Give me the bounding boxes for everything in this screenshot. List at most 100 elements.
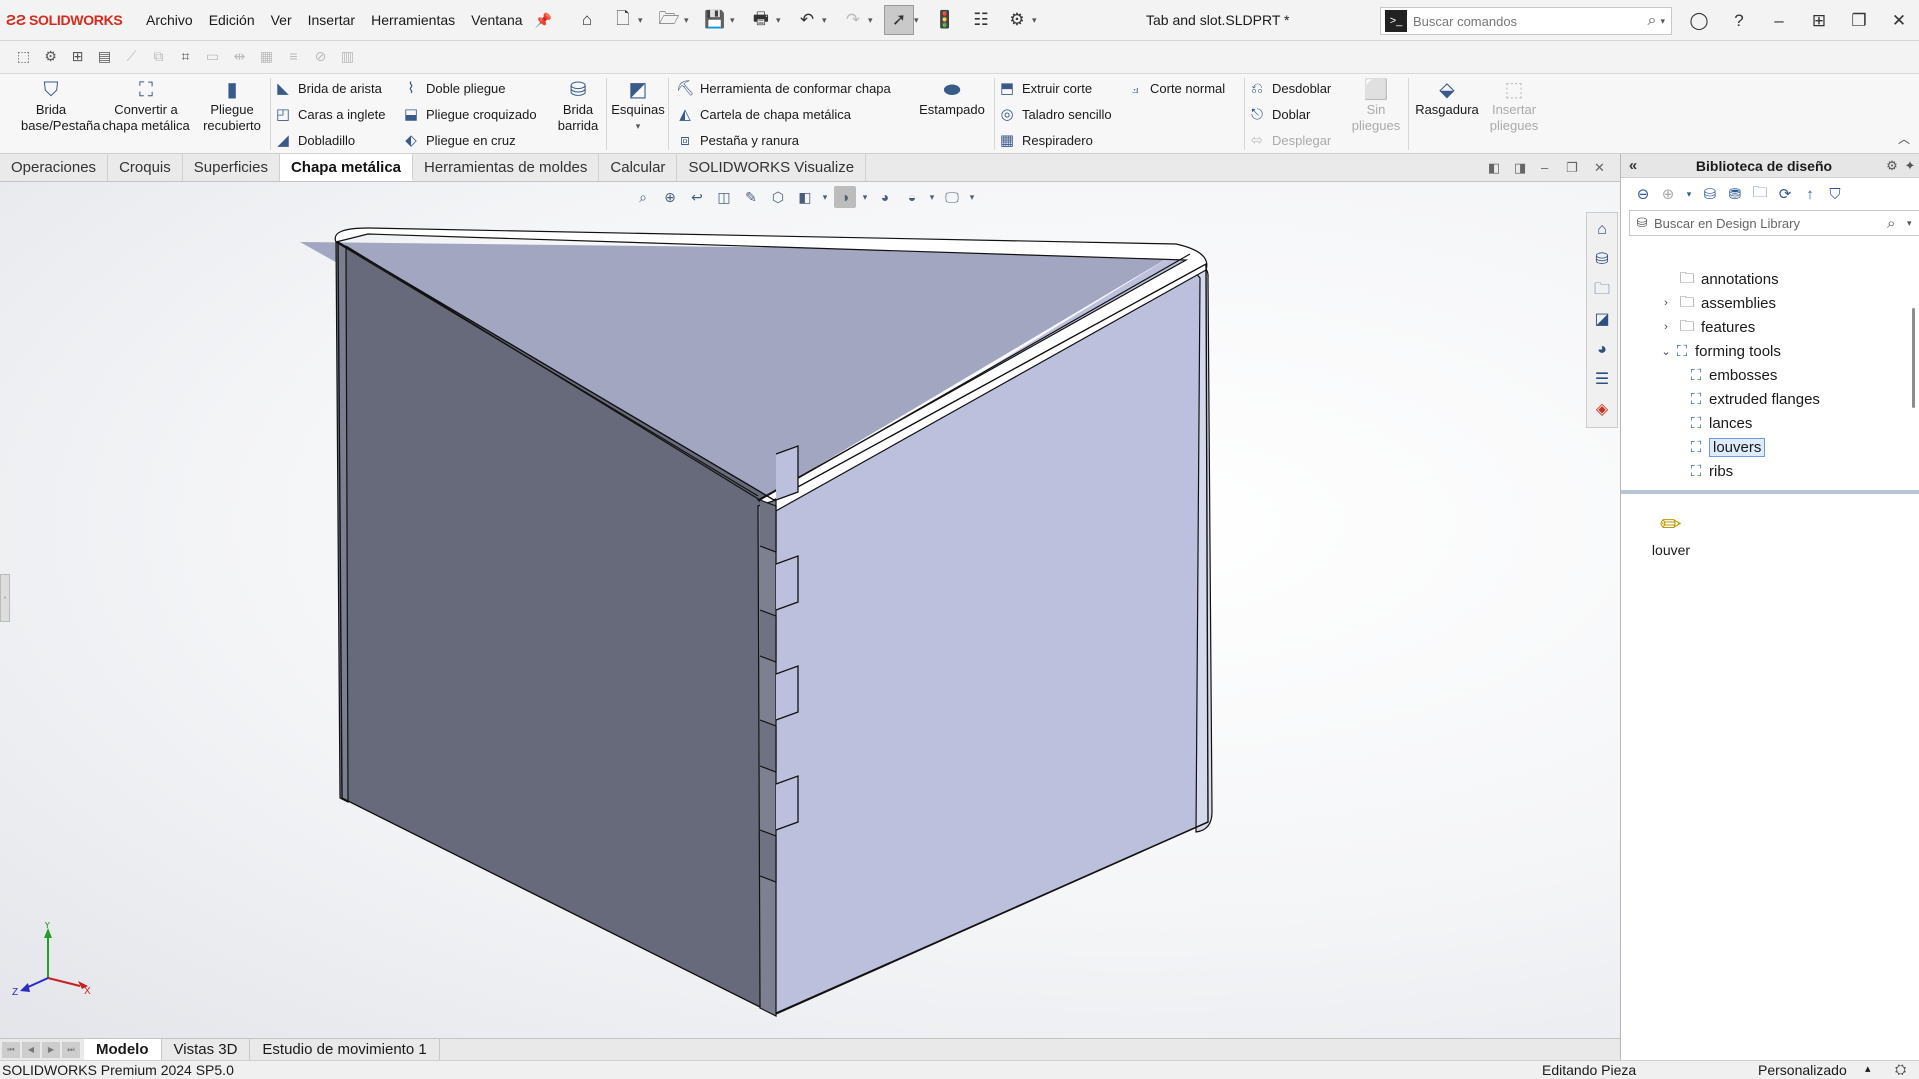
tab-croquis[interactable]: Croquis <box>108 154 183 181</box>
pestana-ranura-button[interactable]: ⧈ Pestaña y ranura <box>676 129 799 151</box>
custom-properties-icon[interactable]: ☰ <box>1589 367 1615 393</box>
slot-notch[interactable] <box>759 829 777 883</box>
tab-notch[interactable] <box>775 775 799 831</box>
design-library-icon[interactable]: ⛁ <box>1589 247 1615 273</box>
sketch-icon[interactable]: ⬚ <box>14 48 33 67</box>
units-label[interactable]: Personalizado <box>1758 1062 1847 1078</box>
graphics-viewport[interactable]: ⌕ ⊕ ↩ ◫ ✎ ⬡ ◧ ▾ ◑ ▾ ◕ ◒ ▾ 🖵 ▾ Y X Z ◦ <box>0 182 1620 1038</box>
esquinas-dropdown-icon[interactable]: ▾ <box>610 118 666 134</box>
corte-normal-button[interactable]: ⟓ Corte normal <box>1126 77 1225 99</box>
chevron-right-icon[interactable]: › <box>1659 321 1673 333</box>
desdoblar-button[interactable]: ⎌ Desdoblar <box>1248 77 1331 99</box>
select-cursor-icon[interactable]: ➚ <box>883 5 914 35</box>
undo-dropdown-icon[interactable]: ▾ <box>822 15 832 26</box>
status-settings-icon[interactable]: ⛭ <box>1895 1061 1906 1078</box>
drawing-icon[interactable]: ▤ <box>95 48 114 67</box>
tile-left-icon[interactable]: ◧ <box>1488 160 1500 176</box>
tile-icon[interactable]: ⊞ <box>1799 11 1839 31</box>
tile-right-icon[interactable]: ◨ <box>1514 160 1526 176</box>
last-tab-icon[interactable]: ⏭ <box>62 1041 80 1058</box>
slot-icon[interactable]: ▭ <box>203 48 222 67</box>
close-icon[interactable]: ✕ <box>1879 11 1919 31</box>
next-tab-icon[interactable]: ▶ <box>42 1041 60 1058</box>
slot-notch[interactable] <box>759 499 777 553</box>
search-dropdown-icon[interactable]: ▾ <box>1660 16 1665 27</box>
dobladillo-button[interactable]: ◢ Dobladillo <box>274 129 355 151</box>
save-icon[interactable]: 💾 <box>700 5 730 35</box>
options-gear-icon[interactable]: ⚙ <box>1002 5 1032 35</box>
new-dropdown-icon[interactable]: ▾ <box>638 15 648 26</box>
chevron-right-icon[interactable]: › <box>1659 297 1673 309</box>
brida-barrida-button[interactable]: ⛁ Brida barrida <box>552 78 604 134</box>
doc-minimize-icon[interactable]: – <box>1541 160 1548 175</box>
menu-ver[interactable]: Ver <box>263 12 300 28</box>
tab-estudio-movimiento[interactable]: Estudio de movimiento 1 <box>250 1039 440 1060</box>
tree-scrollbar[interactable] <box>1909 268 1919 488</box>
library-item-louver[interactable]: ✏ louver <box>1641 506 1701 558</box>
taladro-button[interactable]: ◎ Taladro sencillo <box>998 103 1111 125</box>
command-search-input[interactable]: Buscar comandos <box>1413 14 1648 29</box>
copy-icon[interactable]: ⧉ <box>149 48 168 67</box>
tab-calcular[interactable]: Calcular <box>599 154 678 181</box>
collapse-ribbon-icon[interactable]: ︿ <box>1898 130 1910 147</box>
menu-insertar[interactable]: Insertar <box>300 12 363 28</box>
pliegue-recubierto-button[interactable]: ▮ Pliegue recubierto <box>196 78 268 134</box>
tab-chapa-metalica[interactable]: Chapa metálica <box>279 154 413 181</box>
history-dropdown-icon[interactable]: ▾ <box>1685 189 1693 200</box>
mirror-icon[interactable]: ⇹ <box>230 48 249 67</box>
desplegar-button[interactable]: ⬄ Desplegar <box>1248 129 1332 151</box>
tree-item-extruded-flanges[interactable]: ⛶ extruded flanges <box>1687 388 1820 410</box>
tab-notch[interactable] <box>775 555 799 611</box>
view-palette-icon[interactable]: ◪ <box>1589 307 1615 333</box>
save-dropdown-icon[interactable]: ▾ <box>730 15 740 26</box>
sheet-metal-model[interactable] <box>0 182 1620 1038</box>
library-search[interactable]: ⛁ Buscar en Design Library ⌕ ▾ <box>1629 210 1919 236</box>
open-dropdown-icon[interactable]: ▾ <box>684 15 694 26</box>
pin-menu-icon[interactable]: 📌 <box>535 12 552 29</box>
tree-item-annotations[interactable]: 🗀 annotations <box>1659 268 1778 290</box>
collapse-panel-icon[interactable]: « <box>1621 157 1645 174</box>
tree-item-embosses[interactable]: ⛶ embosses <box>1687 364 1778 386</box>
library-search-icon[interactable]: ⌕ <box>1887 215 1907 232</box>
tab-notch[interactable] <box>775 445 799 501</box>
panel-pin-icon[interactable]: ✦ <box>1901 158 1919 174</box>
doc-restore-icon[interactable]: ❐ <box>1566 160 1578 176</box>
extruir-corte-button[interactable]: ⬒ Extruir corte <box>998 77 1092 99</box>
add-to-library-icon[interactable]: ⛁ <box>1702 185 1718 203</box>
doc-close-icon[interactable]: ✕ <box>1594 160 1605 176</box>
menu-ventana[interactable]: Ventana <box>463 12 530 28</box>
open-folder-icon[interactable]: 🗁 <box>654 5 684 35</box>
slot-notch[interactable] <box>759 719 777 773</box>
caras-inglete-button[interactable]: ◰ Caras a inglete <box>274 103 386 125</box>
tree-item-lances[interactable]: ⛶ lances <box>1687 412 1753 434</box>
tree-item-ribs[interactable]: ⛶ ribs <box>1687 460 1733 482</box>
tab-solidworks-visualize[interactable]: SOLIDWORKS Visualize <box>677 154 867 181</box>
solidworks-forum-icon[interactable]: ◈ <box>1589 397 1615 423</box>
block-icon[interactable]: ⊘ <box>311 48 330 67</box>
slot-notch[interactable] <box>759 609 777 663</box>
assembly-icon[interactable]: ⊞ <box>68 48 87 67</box>
cartela-button[interactable]: ◭ Cartela de chapa metálica <box>676 103 851 125</box>
scrollbar-thumb[interactable] <box>1912 308 1915 408</box>
tree-item-forming-tools[interactable]: ⌄ ⛶ forming tools <box>1659 340 1780 362</box>
print-dropdown-icon[interactable]: ▾ <box>776 15 786 26</box>
tab-vistas-3d[interactable]: Vistas 3D <box>162 1039 251 1060</box>
table-icon[interactable]: ▥ <box>338 48 357 67</box>
tab-superficies[interactable]: Superficies <box>183 154 280 181</box>
appearances-icon[interactable]: ◕ <box>1589 337 1615 363</box>
panel-splitter[interactable] <box>1621 490 1919 494</box>
undo-icon[interactable]: ↶ <box>792 5 822 35</box>
home-icon[interactable]: ⌂ <box>572 5 602 35</box>
pliegue-croquizado-button[interactable]: ⬓ Pliegue croquizado <box>402 103 537 125</box>
file-properties-icon[interactable]: ☷ <box>966 5 996 35</box>
minimize-icon[interactable]: – <box>1759 11 1799 31</box>
sin-pliegues-button[interactable]: ⬜ Sin pliegues <box>1346 78 1406 134</box>
brida-arista-button[interactable]: ◣ Brida de arista <box>274 77 382 99</box>
menu-herramientas[interactable]: Herramientas <box>363 12 463 28</box>
feature-tree-flyout-handle[interactable]: ◦ <box>0 574 10 622</box>
units-caret-icon[interactable]: ▴ <box>1865 1062 1871 1075</box>
tree-item-features[interactable]: › 🗀 features <box>1659 316 1755 338</box>
part-icon[interactable]: ⚙ <box>41 48 60 67</box>
esquinas-button[interactable]: ◩ Esquinas ▾ <box>610 78 666 134</box>
solidworks-logo[interactable]: ƧƧ SOLIDWORKS <box>6 12 138 29</box>
